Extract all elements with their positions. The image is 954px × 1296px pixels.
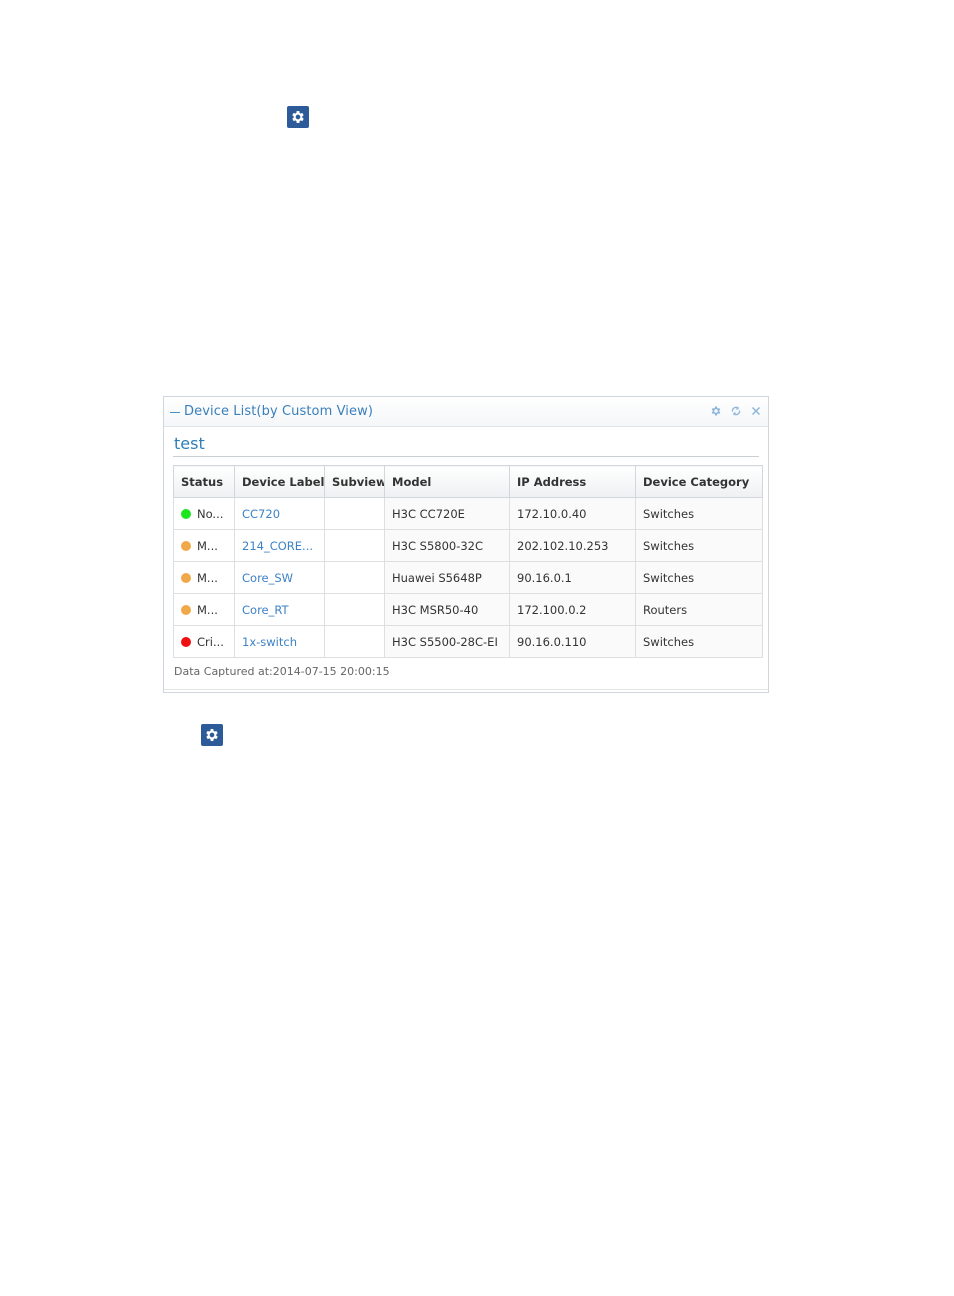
status-cell: M...	[173, 593, 235, 626]
device-label-link[interactable]: 214_CORE...	[242, 539, 313, 553]
subview-cell	[324, 497, 385, 530]
status-text: M...	[197, 538, 218, 553]
ip-address-cell: 172.10.0.40	[509, 497, 636, 530]
subview-cell	[324, 529, 385, 562]
status-dot-icon	[181, 508, 191, 519]
model-cell: H3C CC720E	[384, 497, 510, 530]
status-text: M...	[197, 602, 218, 617]
column-header-ip-address[interactable]: IP Address	[509, 465, 636, 498]
portlet-title: Device List(by Custom View)	[184, 404, 374, 419]
collapse-icon[interactable]	[170, 412, 180, 413]
device-label-cell: CC720	[234, 497, 325, 530]
gear-icon-glyph	[292, 111, 304, 123]
table-row[interactable]: M... Core_RT H3C MSR50-40 172.100.0.2 Router…	[173, 593, 763, 626]
table-row[interactable]: Cri... 1x-switch H3C S5500-28C-EI 90.16.0.1…	[173, 625, 763, 658]
status-text: M...	[197, 570, 218, 585]
status-wrapper: No...	[181, 507, 227, 521]
model-cell: H3C S5800-32C	[384, 529, 510, 562]
column-header-subview[interactable]: Subview	[324, 465, 385, 498]
status-text: No...	[197, 506, 224, 521]
device-label-cell: 1x-switch	[234, 625, 325, 658]
ip-address-cell: 202.102.10.253	[509, 529, 636, 562]
status-dot-icon	[181, 604, 191, 615]
device-category-cell: Switches	[635, 497, 763, 530]
device-label-link[interactable]: CC720	[242, 507, 280, 521]
gear-icon[interactable]	[287, 106, 309, 128]
device-category-cell: Routers	[635, 593, 763, 626]
status-text: Cri...	[197, 634, 224, 649]
device-list-portlet: Device List(by Custom View) test Status …	[163, 396, 769, 693]
view-name: test	[174, 434, 205, 453]
header-tools	[710, 405, 762, 417]
status-dot-icon	[181, 540, 191, 551]
table-header-row: Status Device Label Subview Model IP Add…	[173, 465, 763, 498]
status-cell: M...	[173, 561, 235, 594]
device-label-link[interactable]: Core_RT	[242, 603, 289, 617]
data-captured-timestamp: Data Captured at:2014-07-15 20:00:15	[174, 665, 390, 678]
status-cell: M...	[173, 529, 235, 562]
column-header-device-category[interactable]: Device Category	[635, 465, 763, 498]
status-wrapper: M...	[181, 603, 227, 617]
settings-icon[interactable]	[710, 405, 722, 417]
portlet-bottom-border	[164, 689, 768, 690]
status-dot-icon	[181, 636, 191, 647]
subview-cell	[324, 561, 385, 594]
status-cell: No...	[173, 497, 235, 530]
portlet-header: Device List(by Custom View)	[164, 397, 768, 427]
column-header-model[interactable]: Model	[384, 465, 510, 498]
ip-address-cell: 90.16.0.110	[509, 625, 636, 658]
device-category-cell: Switches	[635, 625, 763, 658]
status-wrapper: M...	[181, 571, 227, 585]
device-label-link[interactable]: 1x-switch	[242, 635, 297, 649]
gear-icon-glyph	[206, 729, 218, 741]
model-cell: H3C MSR50-40	[384, 593, 510, 626]
table-row[interactable]: M... 214_CORE... H3C S5800-32C 202.102.10.2…	[173, 529, 763, 562]
refresh-icon[interactable]	[730, 405, 742, 417]
status-dot-icon	[181, 572, 191, 583]
column-header-device-label[interactable]: Device Label	[234, 465, 325, 498]
subview-cell	[324, 625, 385, 658]
close-icon[interactable]	[750, 405, 762, 417]
subview-cell	[324, 593, 385, 626]
table-row[interactable]: M... Core_SW Huawei S5648P 90.16.0.1 Switche…	[173, 561, 763, 594]
device-table: Status Device Label Subview Model IP Add…	[173, 465, 763, 658]
model-cell: H3C S5500-28C-EI	[384, 625, 510, 658]
device-label-cell: Core_SW	[234, 561, 325, 594]
column-header-status[interactable]: Status	[173, 465, 235, 498]
device-label-link[interactable]: Core_SW	[242, 571, 293, 585]
device-label-cell: 214_CORE...	[234, 529, 325, 562]
status-cell: Cri...	[173, 625, 235, 658]
table-row[interactable]: No... CC720 H3C CC720E 172.10.0.40 Switches	[173, 497, 763, 530]
device-category-cell: Switches	[635, 529, 763, 562]
device-category-cell: Switches	[635, 561, 763, 594]
model-cell: Huawei S5648P	[384, 561, 510, 594]
device-label-cell: Core_RT	[234, 593, 325, 626]
ip-address-cell: 90.16.0.1	[509, 561, 636, 594]
ip-address-cell: 172.100.0.2	[509, 593, 636, 626]
gear-icon[interactable]	[201, 724, 223, 746]
status-wrapper: M...	[181, 539, 227, 553]
divider	[173, 456, 759, 457]
status-wrapper: Cri...	[181, 635, 227, 649]
